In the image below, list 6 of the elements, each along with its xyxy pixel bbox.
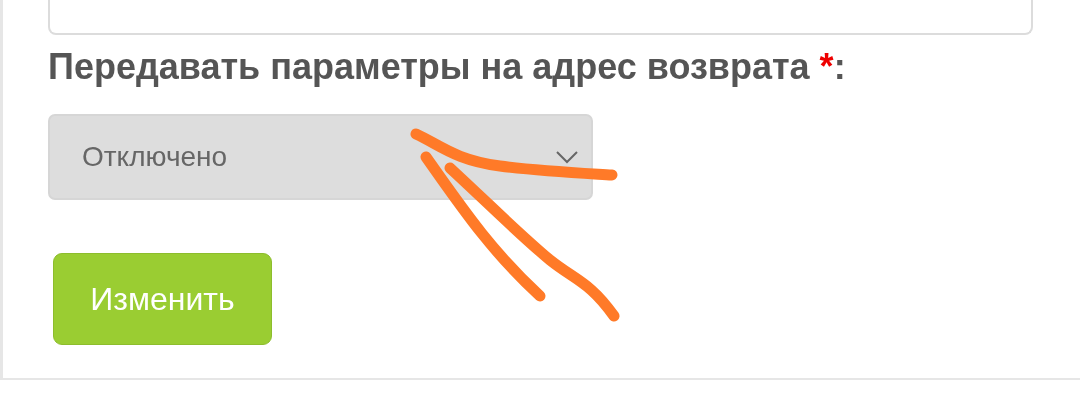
- field-label: Передавать параметры на адрес возврата: [48, 46, 810, 88]
- required-mark: *: [819, 46, 834, 88]
- dropdown-select[interactable]: Отключено: [48, 114, 593, 200]
- chevron-down-icon: [555, 150, 579, 164]
- input-field[interactable]: [48, 0, 1033, 35]
- label-colon: :: [833, 46, 846, 88]
